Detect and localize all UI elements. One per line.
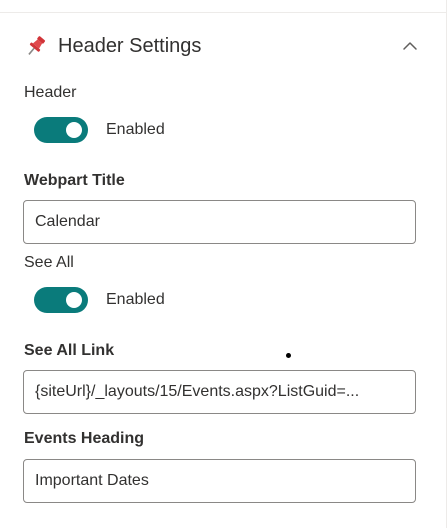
section-title: Header Settings (58, 34, 202, 57)
header-label: Header (24, 84, 77, 101)
mouse-cursor (286, 353, 291, 358)
see-all-toggle-row: Enabled (34, 286, 165, 314)
see-all-link-input[interactable]: {siteUrl}/_layouts/15/Events.aspx?ListGu… (23, 370, 416, 414)
see-all-toggle[interactable] (34, 287, 88, 313)
header-settings-section-toggle[interactable]: Header Settings (24, 28, 420, 64)
webpart-title-input[interactable]: Calendar (23, 200, 416, 244)
toggle-knob (66, 122, 82, 138)
events-heading-input[interactable]: Important Dates (23, 459, 416, 503)
top-divider (0, 12, 447, 13)
pushpin-icon (24, 34, 48, 58)
header-toggle-row: Enabled (34, 116, 165, 144)
see-all-toggle-state: Enabled (106, 291, 165, 308)
see-all-link-label: See All Link (24, 342, 115, 359)
header-toggle[interactable] (34, 117, 88, 143)
events-heading-label: Events Heading (24, 430, 145, 447)
see-all-label: See All (24, 254, 74, 271)
chevron-up-icon[interactable] (400, 36, 420, 56)
toggle-knob (66, 292, 82, 308)
webpart-title-label: Webpart Title (24, 172, 125, 189)
property-pane: Header Settings Header Enabled Webpart T… (0, 0, 447, 528)
header-toggle-state: Enabled (106, 121, 165, 138)
